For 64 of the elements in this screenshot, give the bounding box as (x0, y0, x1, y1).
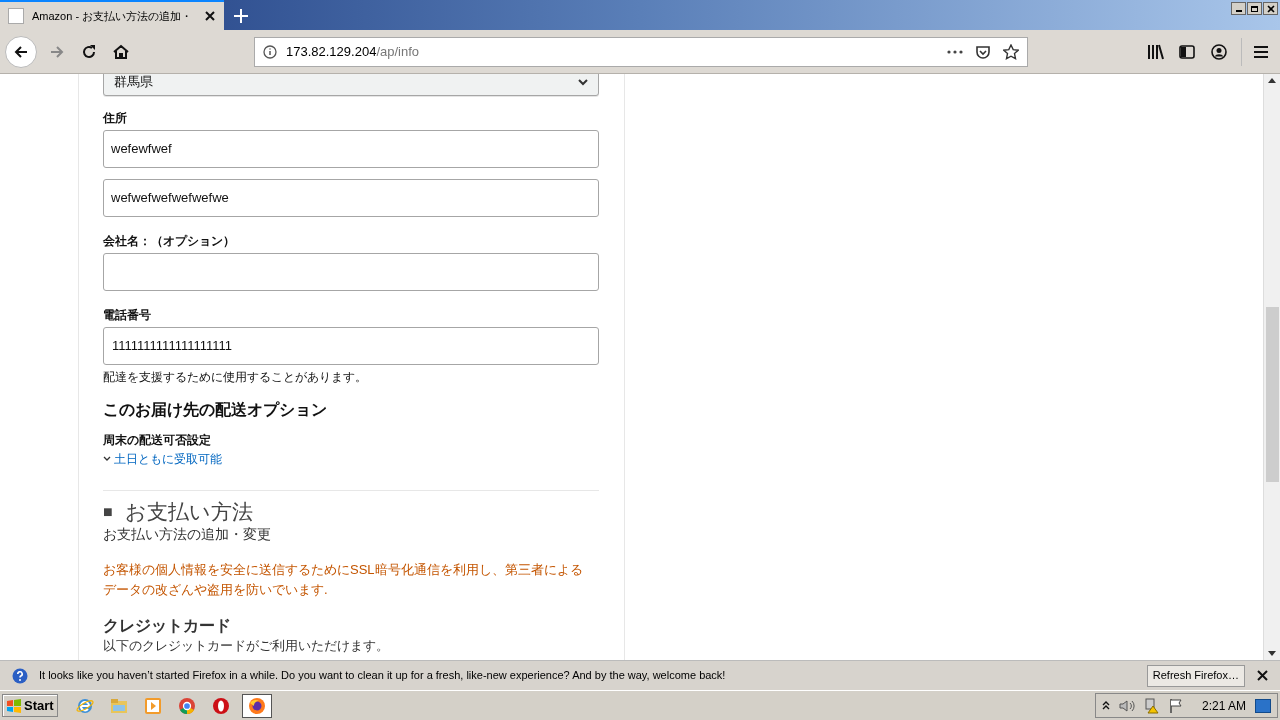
scrollbar[interactable] (1263, 74, 1280, 660)
globe-e-icon (75, 696, 94, 715)
play-icon (143, 696, 162, 715)
show-desktop-icon[interactable] (1255, 698, 1271, 713)
payment-heading: お支払い方法 (124, 499, 253, 525)
url-text: 173.82.129.204/ap/info (286, 42, 420, 61)
flag-icon[interactable] (1168, 697, 1183, 714)
prefecture-select[interactable]: 群馬県 (103, 74, 599, 96)
address-bar[interactable]: 173.82.129.204/ap/info (254, 36, 1028, 67)
opera-icon (211, 696, 230, 715)
close-icon[interactable] (1257, 670, 1268, 681)
company-label: 会社名：（オプション） (103, 233, 236, 249)
address-label: 住所 (103, 110, 128, 126)
menu-icon[interactable] (1254, 45, 1268, 58)
back-arrow-icon (13, 43, 29, 60)
question-icon (12, 667, 28, 684)
chevron-up-icon[interactable] (1101, 701, 1110, 710)
windows-logo-icon (6, 698, 22, 713)
phone-hint: 配達を支援するために使用することがあります。 (103, 370, 368, 385)
scroll-down-icon[interactable] (1268, 651, 1276, 656)
pocket-icon[interactable] (975, 43, 991, 60)
firefox-icon (247, 696, 266, 715)
payment-subheading: お支払い方法の追加・変更 (103, 525, 272, 543)
delivery-options-heading: このお届け先の配送オプション (103, 400, 328, 420)
forward-icon[interactable] (49, 43, 65, 60)
folder-icon (109, 697, 128, 714)
weekend-delivery-label: 周末の配送可否設定 (103, 432, 212, 448)
sidebar-icon[interactable] (1179, 44, 1195, 59)
chrome-icon (177, 696, 196, 715)
notification-message: It looks like you haven’t started Firefox in a while. Do you want to clean it up for a fresh, like-new experience? And by the way, welcome back! (39, 668, 727, 684)
speaker-icon[interactable] (1118, 698, 1135, 713)
phone-label: 電話番号 (103, 307, 152, 323)
reload-icon[interactable] (81, 43, 97, 60)
credit-card-heading: クレジットカード (103, 616, 232, 636)
refresh-firefox-button[interactable]: Refresh Firefox… (1146, 664, 1245, 687)
back-button[interactable] (5, 35, 37, 68)
restore-button[interactable] (1247, 2, 1262, 15)
taskbar-app-button[interactable] (241, 693, 272, 718)
minimize-button[interactable] (1231, 2, 1246, 15)
star-icon[interactable] (1003, 43, 1019, 60)
library-icon[interactable] (1147, 43, 1164, 60)
network-warning-icon[interactable] (1143, 697, 1160, 714)
square-bullet: ■ (103, 502, 113, 522)
new-tab-icon[interactable] (234, 9, 248, 23)
scroll-up-icon[interactable] (1268, 78, 1276, 83)
phone-field[interactable]: 1111111111111111111 (103, 327, 599, 365)
close-icon[interactable] (204, 10, 216, 22)
account-icon[interactable] (1211, 43, 1227, 60)
info-icon[interactable] (263, 44, 277, 59)
chevron-down-icon (578, 78, 588, 86)
scroll-thumb[interactable] (1265, 307, 1279, 482)
security-notice: お客様の個人情報を安全に送信するためにSSL暗号化通信を利用し、第三者によるデータの改ざんや盗用を防いでいます. (103, 561, 584, 599)
close-window-button[interactable] (1263, 2, 1278, 15)
home-icon[interactable] (113, 43, 129, 60)
address-field[interactable]: wefewfwef (103, 130, 599, 168)
start-button[interactable]: Start (2, 694, 58, 717)
weekend-delivery-link[interactable]: 土日ともに受取可能 (114, 451, 222, 467)
browser-tab[interactable]: Amazon - お支払い方法の追加・ (0, 0, 224, 30)
clock[interactable]: 2:21 AM (1201, 696, 1246, 715)
more-icon[interactable] (947, 49, 963, 54)
tab-title: Amazon - お支払い方法の追加・ (32, 8, 194, 24)
address-field[interactable]: wefwefwefwefwefwe (103, 179, 599, 217)
company-field[interactable] (103, 253, 599, 291)
credit-card-text: 以下のクレジットカードがご利用いただけます。 (103, 638, 390, 654)
